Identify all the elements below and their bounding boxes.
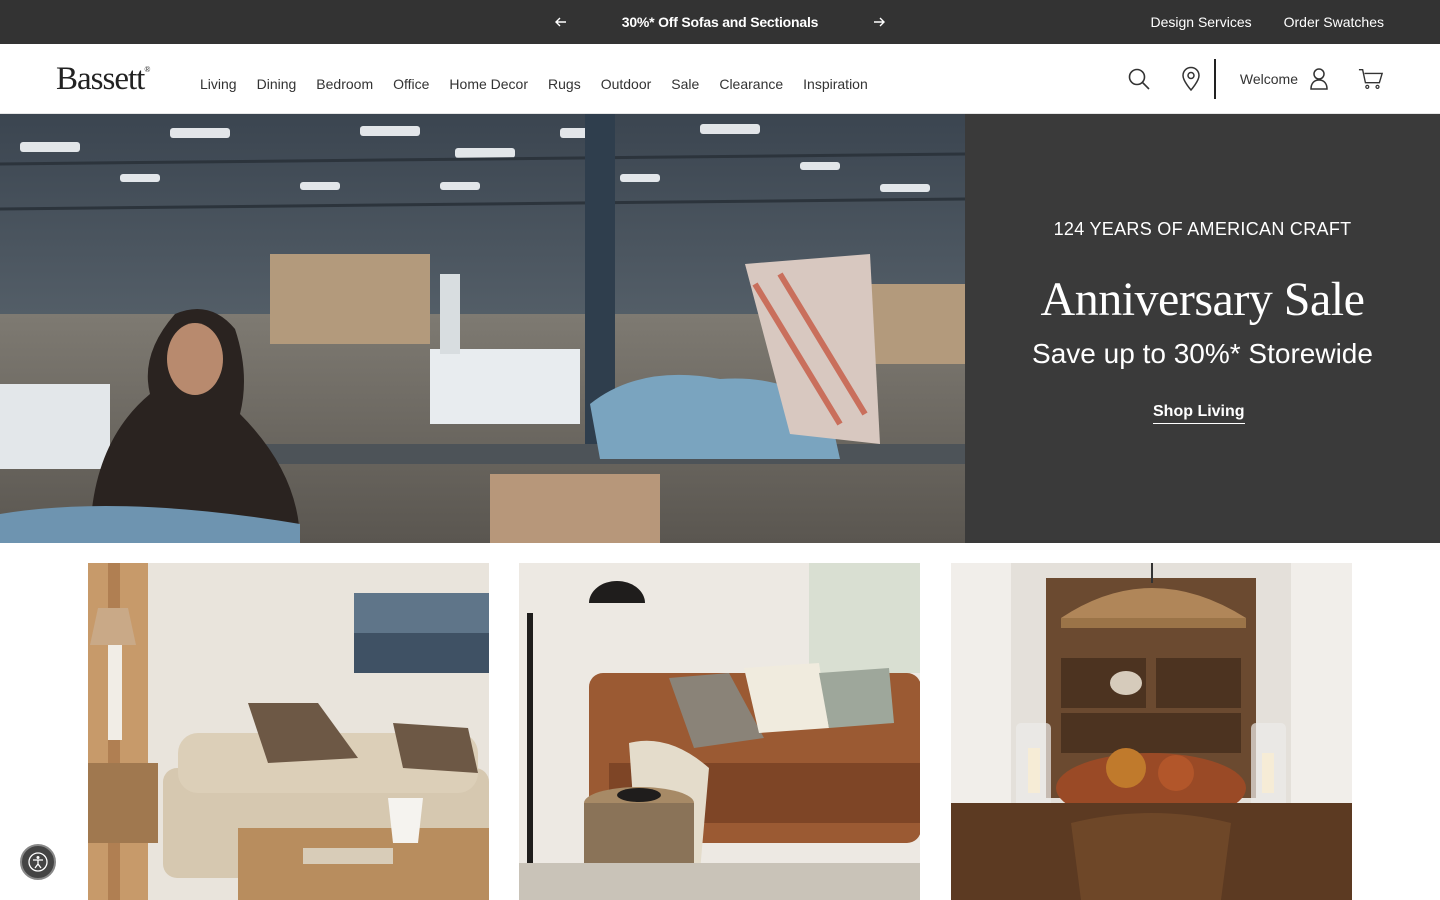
nav-item-dining[interactable]: Dining — [257, 76, 297, 92]
cart-icon[interactable] — [1358, 66, 1384, 92]
promo-bar: 30%* Off Sofas and Sectionals Design Ser… — [0, 0, 1440, 44]
living-room-sofa-tile[interactable] — [88, 563, 489, 900]
bassett-logo[interactable]: Bassett® — [56, 61, 150, 98]
accessibility-icon — [28, 852, 48, 872]
nav-item-outdoor[interactable]: Outdoor — [601, 76, 652, 92]
nav-item-clearance[interactable]: Clearance — [719, 76, 783, 92]
nav-item-bedroom[interactable]: Bedroom — [316, 76, 373, 92]
nav-item-living[interactable]: Living — [200, 76, 237, 92]
hero-promo-panel: 124 YEARS OF AMERICAN CRAFT Anniversary … — [965, 114, 1440, 543]
nav-item-home-decor[interactable]: Home Decor — [449, 76, 528, 92]
factory-video-image[interactable] — [0, 114, 965, 543]
promo-message-container: 30%* Off Sofas and Sectionals — [540, 0, 900, 44]
nav-item-office[interactable]: Office — [393, 76, 429, 92]
logo-text: Bassett — [56, 61, 145, 97]
user-icon[interactable] — [1306, 66, 1332, 92]
nav-item-sale[interactable]: Sale — [671, 76, 699, 92]
utility-links: Design Services Order Swatches — [1150, 0, 1384, 44]
hero-title: Anniversary Sale — [1040, 273, 1365, 326]
hero-subtitle: Save up to 30%* Storewide — [1032, 338, 1373, 369]
promo-next-arrow-icon[interactable] — [869, 12, 889, 32]
logo-registered-mark: ® — [144, 65, 151, 74]
hero-banner: 124 YEARS OF AMERICAN CRAFT Anniversary … — [0, 114, 1440, 543]
order-swatches-link[interactable]: Order Swatches — [1284, 14, 1384, 30]
nav-item-rugs[interactable]: Rugs — [548, 76, 581, 92]
promo-message[interactable]: 30%* Off Sofas and Sectionals — [622, 14, 819, 30]
accessibility-button[interactable] — [20, 844, 56, 880]
leather-sectional-tile[interactable] — [519, 563, 920, 900]
location-pin-icon[interactable] — [1178, 66, 1204, 92]
welcome-label[interactable]: Welcome — [1240, 71, 1298, 87]
site-header: Bassett® Living Dining Bedroom Office Ho… — [0, 44, 1440, 114]
design-services-link[interactable]: Design Services — [1150, 14, 1251, 30]
header-tools: Welcome — [1126, 58, 1384, 100]
hero-eyebrow: 124 YEARS OF AMERICAN CRAFT — [1053, 219, 1352, 239]
nav-item-inspiration[interactable]: Inspiration — [803, 76, 868, 92]
shop-living-link[interactable]: Shop Living — [1153, 403, 1245, 424]
main-nav: Living Dining Bedroom Office Home Decor … — [200, 44, 868, 124]
header-divider — [1213, 59, 1216, 99]
dining-room-tile[interactable] — [951, 563, 1352, 900]
search-icon[interactable] — [1126, 66, 1152, 92]
